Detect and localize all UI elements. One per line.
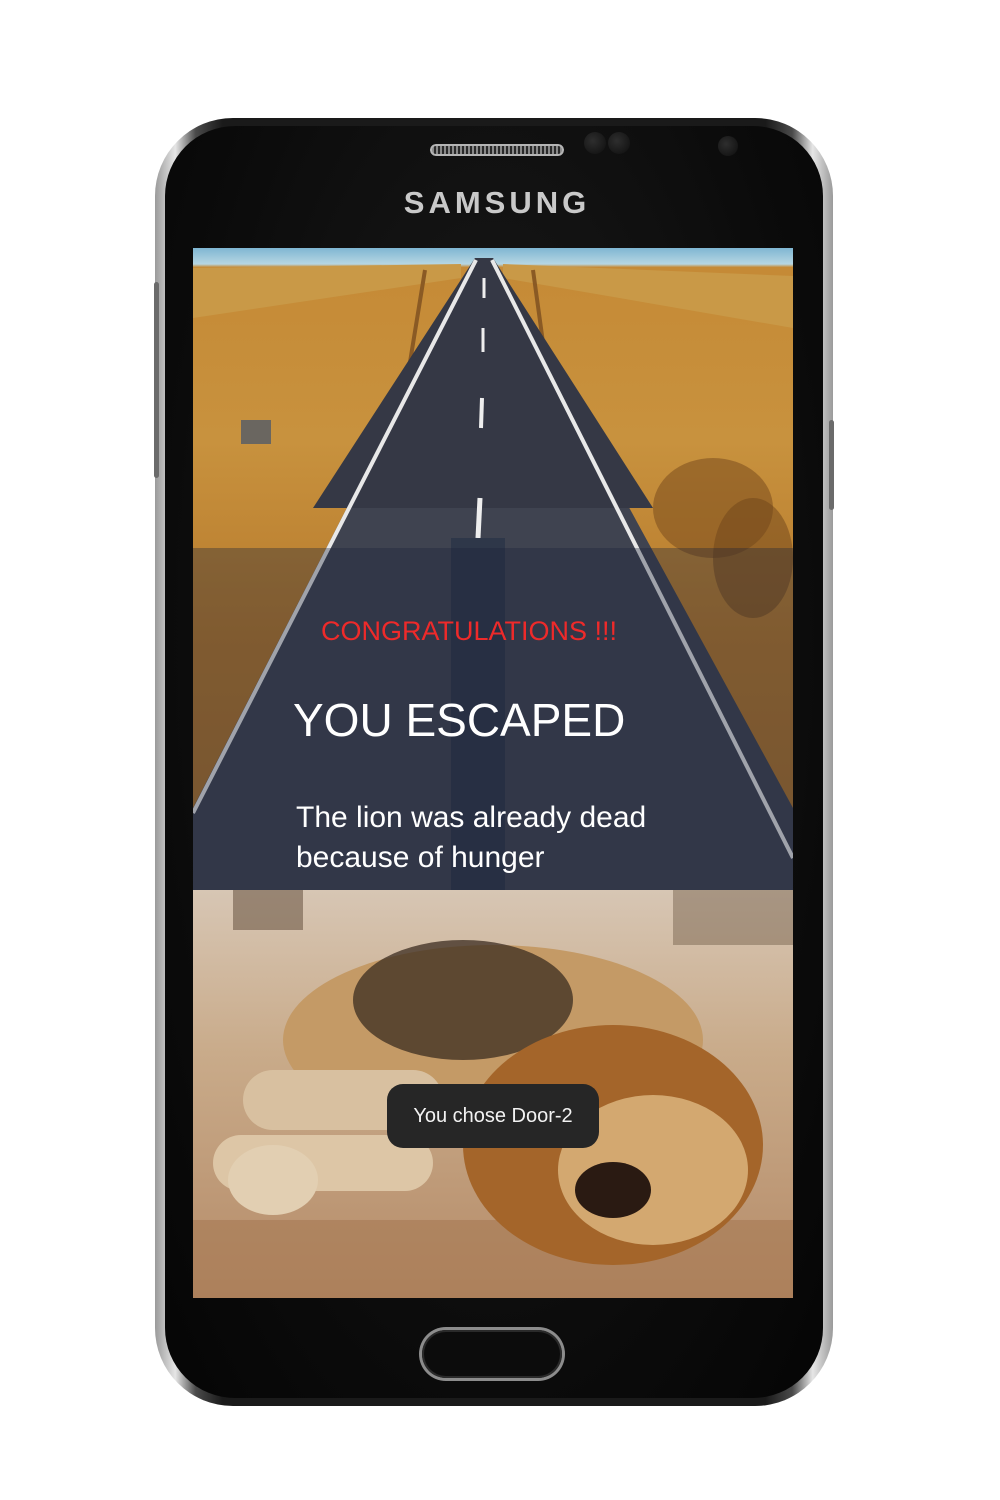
app-screen: CONGRATULATIONS !!! YOU ESCAPED The lion… [193,248,793,1298]
light-sensor [608,132,630,154]
volume-button [154,282,159,478]
result-headline: YOU ESCAPED [293,694,626,746]
congratulations-label: CONGRATULATIONS !!! [321,616,618,646]
front-camera [718,136,738,156]
result-message: The lion was already dead because of hun… [296,801,647,874]
result-panel: CONGRATULATIONS !!! YOU ESCAPED The lion… [193,248,793,890]
power-button [829,420,834,510]
brand-logo: SAMSUNG [403,185,591,220]
earpiece-speaker [430,144,564,156]
proximity-sensor [584,132,606,154]
road-image: CONGRATULATIONS !!! YOU ESCAPED The lion… [193,248,793,890]
home-button[interactable] [422,1330,562,1378]
toast-message: You chose Door-2 [387,1084,599,1148]
